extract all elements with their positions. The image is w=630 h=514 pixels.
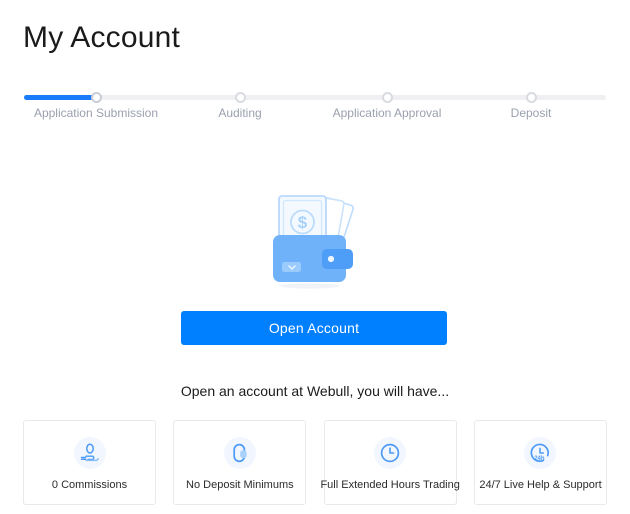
svg-text:24h: 24h	[535, 456, 546, 462]
step-label: Application Submission	[21, 105, 171, 121]
feature-card-extended-hours: Full Extended Hours Trading	[324, 420, 457, 505]
stepper-progress-fill	[24, 95, 97, 100]
step-dot-icon	[91, 92, 102, 103]
zero-deposit-icon	[224, 437, 256, 469]
clock-24h-icon: 24h	[524, 437, 556, 469]
step-dot-icon	[235, 92, 246, 103]
step-label: Application Approval	[312, 105, 462, 121]
application-progress-stepper: Application Submission Auditing Applicat…	[24, 88, 606, 128]
step-label: Deposit	[456, 105, 606, 121]
page-title: My Account	[23, 20, 180, 56]
feature-card-list: 0 Commissions No Deposit Minimums Full E…	[23, 420, 607, 505]
hand-holding-zero-coin-icon	[74, 437, 106, 469]
open-account-button[interactable]: Open Account	[181, 311, 447, 345]
clock-icon	[374, 437, 406, 469]
feature-card-deposit-minimums: No Deposit Minimums	[173, 420, 306, 505]
step-dot-icon	[382, 92, 393, 103]
stepper-track	[24, 95, 606, 100]
feature-card-live-support: 24h 24/7 Live Help & Support	[474, 420, 607, 505]
feature-label: 24/7 Live Help & Support	[479, 478, 601, 492]
tagline-text: Open an account at Webull, you will have…	[0, 382, 630, 400]
step-dot-icon	[526, 92, 537, 103]
feature-label: No Deposit Minimums	[186, 478, 294, 492]
wallet-with-cash-illustration: $	[265, 185, 365, 290]
feature-label: Full Extended Hours Trading	[320, 478, 459, 492]
feature-card-commissions: 0 Commissions	[23, 420, 156, 505]
feature-label: 0 Commissions	[52, 478, 127, 492]
step-label: Auditing	[165, 105, 315, 121]
svg-text:$: $	[298, 213, 308, 232]
